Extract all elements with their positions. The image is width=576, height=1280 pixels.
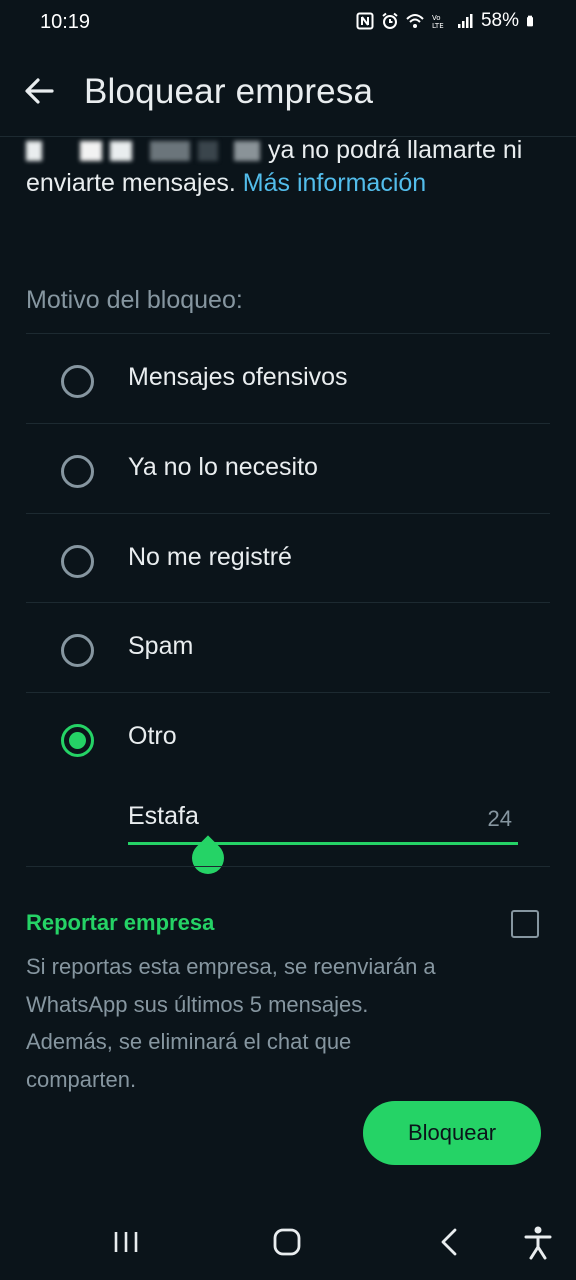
reason-option-no-longer-need[interactable]: Ya no lo necesito [26,423,550,513]
block-description: ya no podrá llamarte ni enviarte mensaje… [26,134,546,200]
reason-option-other[interactable]: Otro [26,692,550,782]
character-counter: 24 [487,806,512,831]
radio-button-selected[interactable] [61,724,94,757]
divider [26,866,550,867]
accessibility-icon[interactable] [518,1222,558,1262]
option-label: Otro [128,722,177,750]
more-info-link[interactable]: Más información [243,169,426,197]
back-arrow-icon[interactable] [22,74,56,108]
battery-icon [527,15,533,27]
reason-option-didnt-sign-up[interactable]: No me registré [26,513,550,603]
reason-label: Motivo del bloqueo: [26,286,243,314]
svg-text:LTE: LTE [432,22,444,30]
option-label: Ya no lo necesito [128,453,318,481]
recent-apps-icon[interactable] [106,1222,146,1262]
signal-icon [457,14,473,28]
radio-button[interactable] [61,455,94,488]
status-icons: Vo LTE 58% [356,10,538,32]
page-title: Bloquear empresa [84,72,374,111]
alarm-icon [382,12,398,29]
status-bar: 10:19 Vo LTE 58% [0,0,576,46]
report-description: Si reportas esta empresa, se reenviarán … [26,954,436,1092]
other-reason-input[interactable]: Estafa 24 [128,800,518,845]
system-navigation-bar [0,1200,576,1280]
block-button[interactable]: Bloquear [363,1101,541,1165]
svg-text:Vo: Vo [432,14,441,22]
home-icon[interactable] [267,1222,307,1262]
other-reason-value[interactable]: Estafa [128,802,199,831]
option-label: Mensajes ofensivos [128,363,348,391]
wifi-icon [406,14,424,28]
status-time: 10:19 [40,11,91,33]
option-label: Spam [128,632,194,660]
volte-icon: VoLTE [432,14,444,30]
report-checkbox[interactable] [511,910,539,938]
radio-button[interactable] [61,365,94,398]
redacted-business-name [26,134,268,167]
back-icon[interactable] [430,1222,470,1262]
reason-option-spam[interactable]: Spam [26,602,550,692]
battery-percent: 58% [480,10,519,31]
nfc-icon [356,12,374,30]
report-business-title[interactable]: Reportar empresa [26,910,214,936]
radio-button[interactable] [61,545,94,578]
option-label: No me registré [128,543,292,571]
reason-option-offensive[interactable]: Mensajes ofensivos [26,333,550,423]
radio-button[interactable] [61,634,94,667]
app-bar: Bloquear empresa [0,46,576,137]
